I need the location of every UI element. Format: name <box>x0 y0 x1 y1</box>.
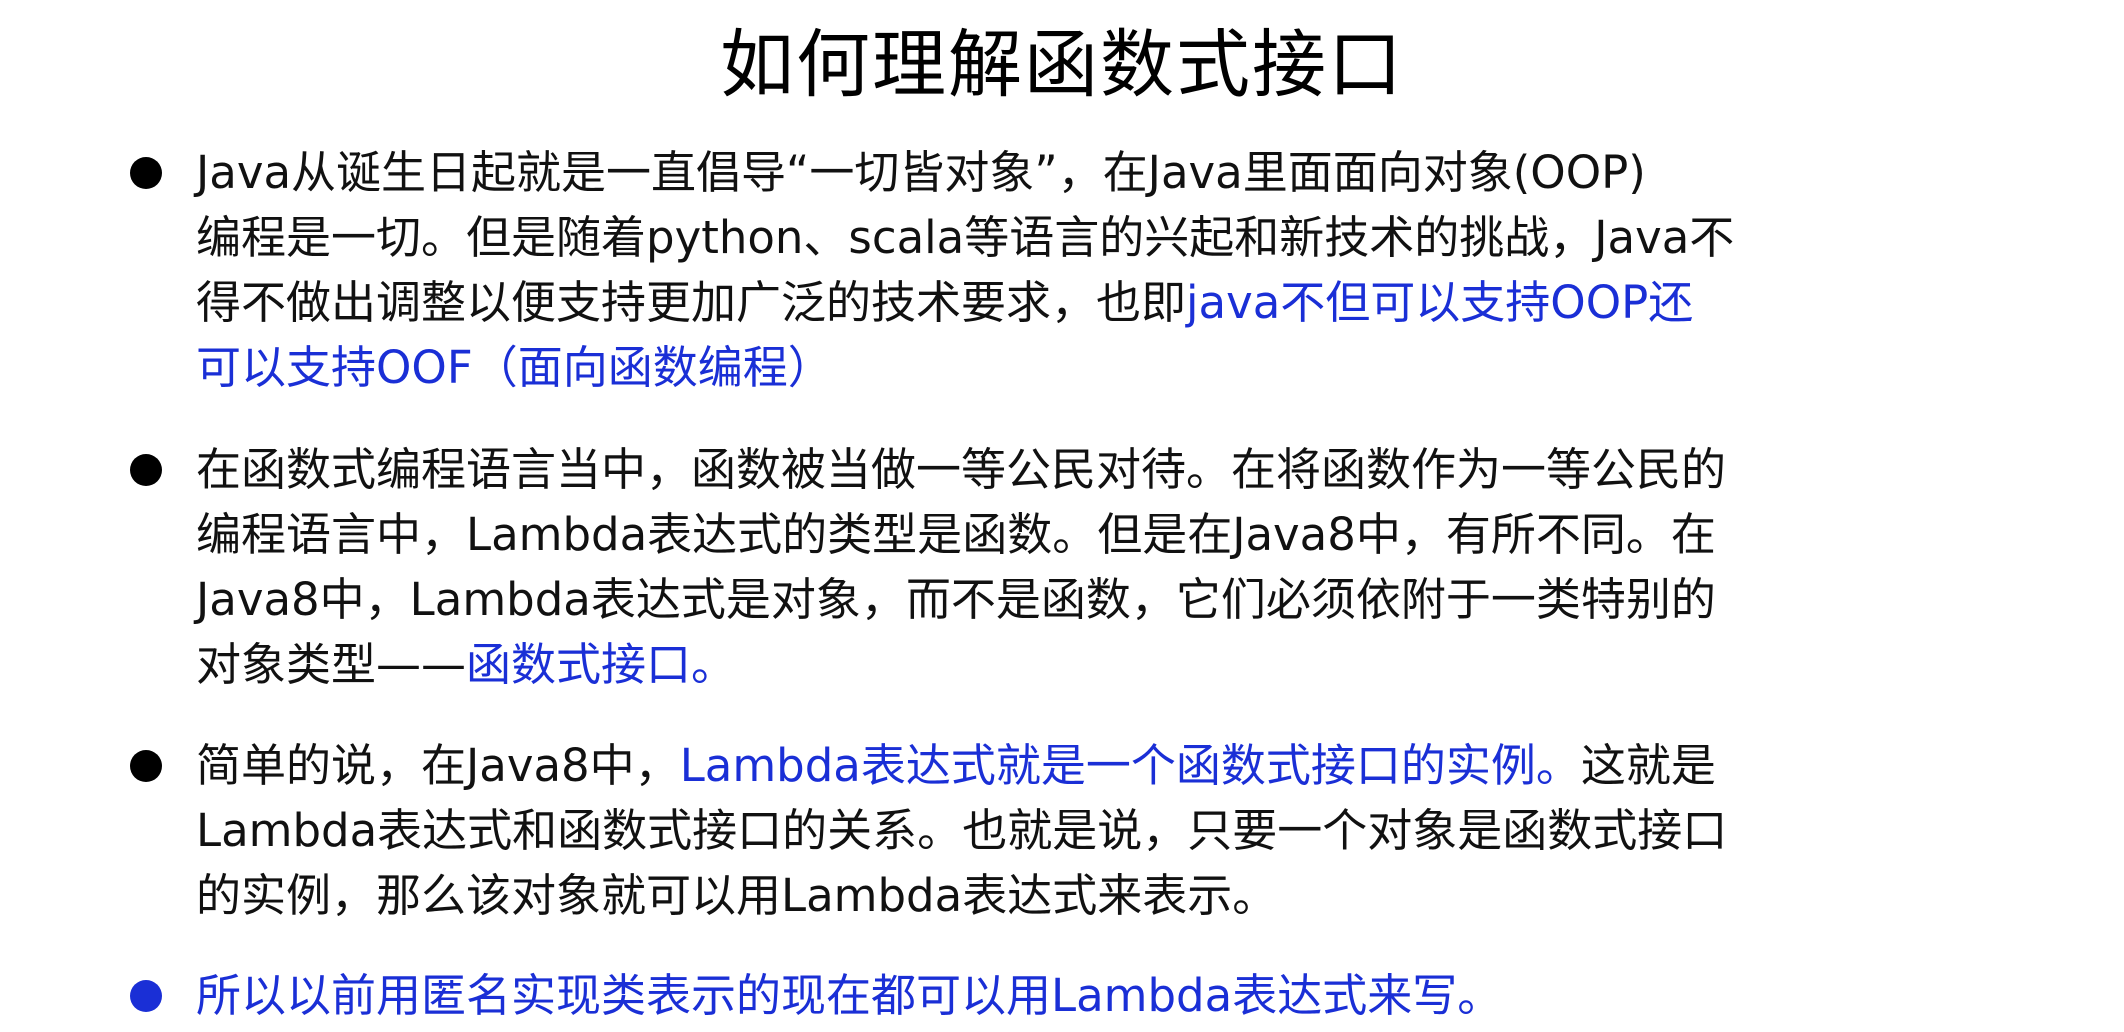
bullet-text-4: 所以以前用匿名实现类表示的现在都可以用Lambda表达式来写。 <box>196 963 2096 1028</box>
bullet-dot-icon <box>130 157 162 189</box>
bullet-dot-icon <box>130 980 162 1012</box>
text-line: Java从诞生日起就是一直倡导“一切皆对象”，在Java里面面向对象(OOP) <box>196 146 1646 199</box>
text-line: 的实例，那么该对象就可以用Lambda表达式来表示。 <box>196 869 1278 922</box>
text-line: 简单的说，在Java8中，Lambda表达式就是一个函数式接口的实例。这就是 <box>196 739 1716 792</box>
text-line: Java8中，Lambda表达式是对象，而不是函数，它们必须依附于一类特别的 <box>196 573 1716 626</box>
text-line: 编程是一切。但是随着python、scala等语言的兴起和新技术的挑战，Java… <box>196 211 1735 264</box>
text-line: Lambda表达式和函数式接口的关系。也就是说，只要一个对象是函数式接口 <box>196 804 1728 857</box>
slide-title: 如何理解函数式接口 <box>720 22 1404 108</box>
bullet-dot-icon <box>130 454 162 486</box>
text-line: 对象类型——函数式接口。 <box>196 638 737 691</box>
slide: 如何理解函数式接口 Java从诞生日起就是一直倡导“一切皆对象”，在Java里面… <box>0 0 2124 1032</box>
highlighted-text: java不但可以支持OOP还 <box>1186 276 1694 329</box>
bullet-text-1: Java从诞生日起就是一直倡导“一切皆对象”，在Java里面面向对象(OOP) … <box>196 140 2096 400</box>
highlighted-text: Lambda表达式就是一个函数式接口的实例。 <box>679 739 1581 792</box>
bullet-text-2: 在函数式编程语言当中，函数被当做一等公民对待。在将函数作为一等公民的 编程语言中… <box>196 437 2096 697</box>
text-line: 编程语言中，Lambda表达式的类型是函数。但是在Java8中，有所不同。在 <box>196 508 1716 561</box>
bullet-dot-icon <box>130 750 162 782</box>
text-line: 得不做出调整以便支持更加广泛的技术要求，也即java不但可以支持OOP还 <box>196 276 1694 329</box>
bullet-text-3: 简单的说，在Java8中，Lambda表达式就是一个函数式接口的实例。这就是 L… <box>196 733 2096 928</box>
highlighted-text: 所以以前用匿名实现类表示的现在都可以用Lambda表达式来写。 <box>196 969 1503 1022</box>
highlighted-text: 可以支持OOF（面向函数编程） <box>196 341 833 394</box>
highlighted-text: 函数式接口。 <box>466 638 737 691</box>
text-line: 在函数式编程语言当中，函数被当做一等公民对待。在将函数作为一等公民的 <box>196 443 1727 496</box>
